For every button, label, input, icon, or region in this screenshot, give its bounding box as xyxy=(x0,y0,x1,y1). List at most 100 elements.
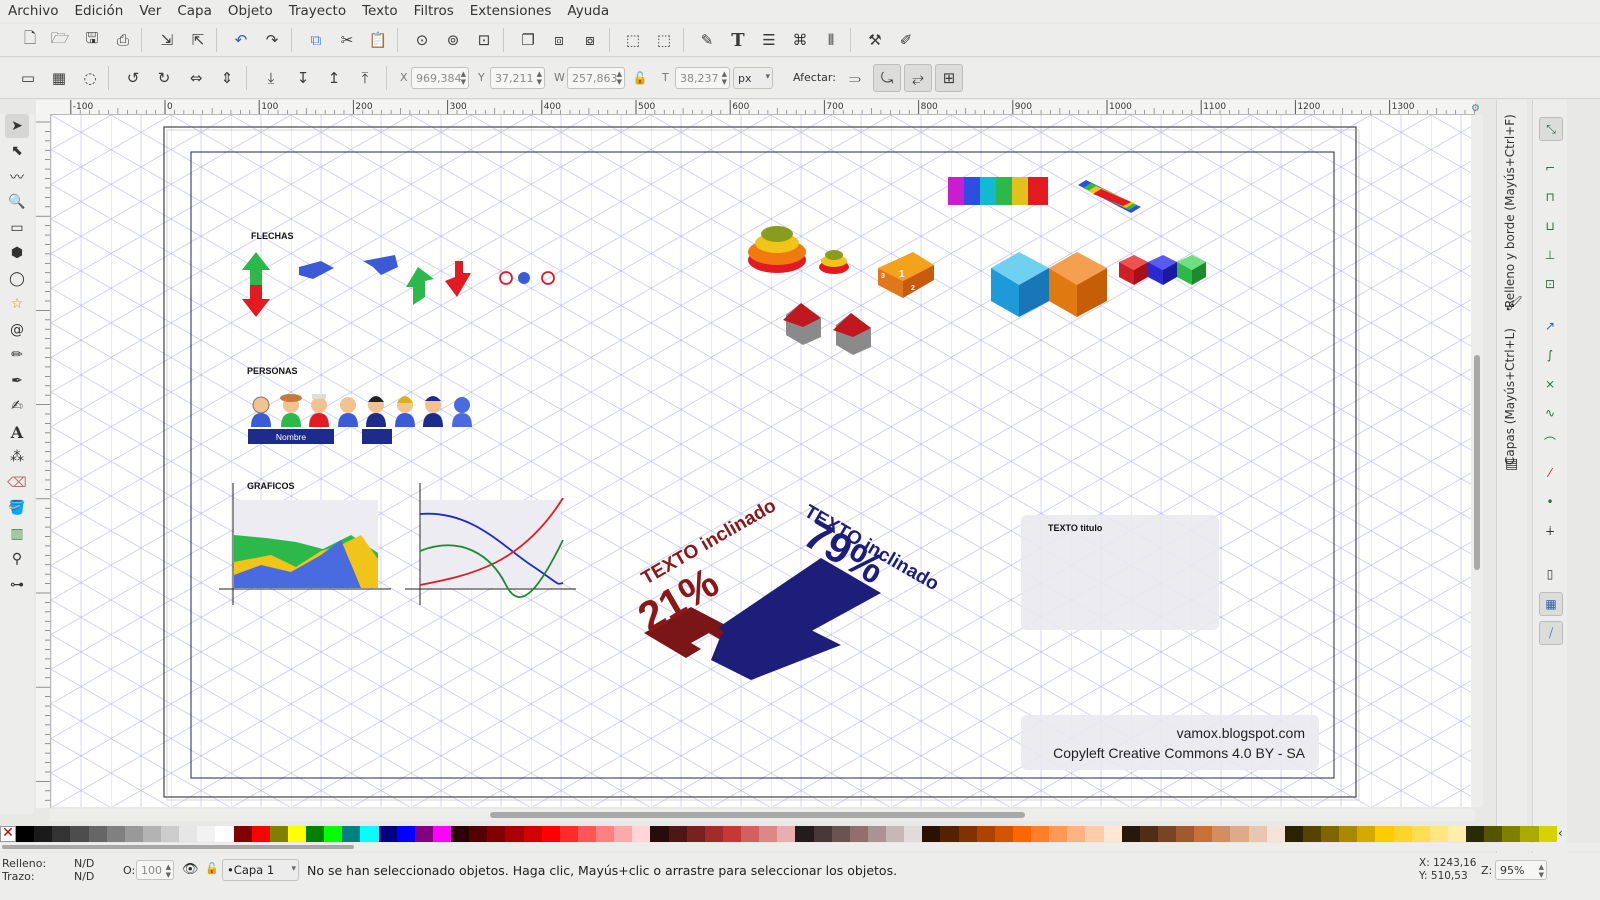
color-swatch[interactable] xyxy=(269,826,288,842)
move-gradients-icon[interactable]: ⥂ xyxy=(904,64,932,92)
palette-scrollbar[interactable] xyxy=(0,843,1600,851)
palette-scroll-thumb[interactable] xyxy=(2,845,354,849)
connector-tool-icon[interactable]: ⊶ xyxy=(5,573,29,597)
x-input[interactable]: 969,384 ▲ ▼ xyxy=(411,67,469,89)
color-swatch[interactable] xyxy=(1466,826,1485,842)
undo-icon[interactable]: ↶ xyxy=(229,28,253,52)
ellipse-tool-icon[interactable]: ◯ xyxy=(5,267,29,291)
color-swatch[interactable] xyxy=(722,826,741,842)
new-document-icon[interactable]: 🗋 xyxy=(18,28,42,52)
color-swatch[interactable] xyxy=(414,826,433,842)
color-swatch[interactable] xyxy=(324,826,343,842)
snap-rotation-icon[interactable]: ∔ xyxy=(1539,520,1561,542)
color-swatch[interactable] xyxy=(704,826,723,842)
color-swatch[interactable] xyxy=(1194,826,1213,842)
color-swatch[interactable] xyxy=(614,826,633,842)
color-swatch[interactable] xyxy=(106,826,125,842)
align-distribute-icon[interactable]: ⫴ xyxy=(819,28,843,52)
color-swatch[interactable] xyxy=(1520,826,1539,842)
menu-objeto[interactable]: Objeto xyxy=(220,3,281,19)
color-swatch[interactable] xyxy=(976,826,995,842)
color-swatch[interactable] xyxy=(1103,826,1122,842)
copy-icon[interactable]: ⧉ xyxy=(304,28,328,52)
menu-ayuda[interactable]: Ayuda xyxy=(559,3,617,19)
duplicate-icon[interactable]: ❐ xyxy=(516,28,540,52)
snap-smooth-icon[interactable]: ⌒ xyxy=(1539,431,1561,453)
color-swatch[interactable] xyxy=(759,826,778,842)
w-input[interactable]: 257,863 ▲ ▼ xyxy=(567,67,625,89)
color-swatch[interactable] xyxy=(1012,826,1031,842)
color-swatch[interactable] xyxy=(142,826,161,842)
spray-tool-icon[interactable]: ⁂ xyxy=(5,445,29,469)
snap-enable-icon[interactable]: ⤡ xyxy=(1539,117,1563,141)
fill-stroke-icon[interactable]: ✎ xyxy=(695,28,719,52)
flip-vertical-icon[interactable]: ⇕ xyxy=(215,66,239,90)
horizontal-scroll-thumb[interactable] xyxy=(490,812,1025,818)
color-swatch[interactable] xyxy=(1067,826,1086,842)
color-swatch[interactable] xyxy=(1321,826,1340,842)
h-input[interactable]: 38,237 ▲ ▼ xyxy=(675,67,730,89)
color-swatch[interactable] xyxy=(1248,826,1267,842)
color-swatch[interactable] xyxy=(1085,826,1104,842)
color-swatch[interactable] xyxy=(215,826,234,842)
spiral-tool-icon[interactable]: @ xyxy=(5,318,29,342)
color-swatch[interactable] xyxy=(34,826,53,842)
menu-texto[interactable]: Texto xyxy=(354,3,406,19)
export-icon[interactable]: ⇱ xyxy=(186,28,210,52)
menu-capa[interactable]: Capa xyxy=(169,3,220,19)
color-swatch[interactable] xyxy=(16,826,35,842)
color-swatch[interactable] xyxy=(1230,826,1249,842)
color-swatch[interactable] xyxy=(867,826,886,842)
raise-to-top-icon[interactable]: ⤒ xyxy=(353,66,377,90)
color-swatch[interactable] xyxy=(251,826,270,842)
redo-icon[interactable]: ↷ xyxy=(260,28,284,52)
color-swatch[interactable] xyxy=(1212,826,1231,842)
rotate-ccw-icon[interactable]: ↺ xyxy=(121,66,145,90)
color-swatch[interactable] xyxy=(777,826,796,842)
color-swatch[interactable] xyxy=(1049,826,1068,842)
snap-midpoint-icon[interactable]: ⁄ xyxy=(1539,462,1561,484)
color-swatch[interactable] xyxy=(378,826,397,842)
zoom-drawing-icon[interactable]: ⊚ xyxy=(441,28,465,52)
snap-intersection-icon[interactable]: ⨯ xyxy=(1539,373,1561,395)
zoom-tool-icon[interactable]: 🔍 xyxy=(5,190,29,214)
clone-icon[interactable]: ⧈ xyxy=(547,28,571,52)
color-swatch[interactable] xyxy=(1538,826,1557,842)
color-swatch[interactable] xyxy=(559,826,578,842)
fill-stroke-tab[interactable]: Relleno y borde (Mayús+Ctrl+F) xyxy=(1503,108,1517,308)
scale-stroke-icon[interactable]: ⥰ xyxy=(843,66,867,90)
color-swatch[interactable] xyxy=(1375,826,1394,842)
dropper-tool-icon[interactable]: ⚲ xyxy=(5,547,29,571)
color-swatch[interactable] xyxy=(88,826,107,842)
lock-icon[interactable]: 🔓 xyxy=(628,66,652,90)
lower-icon[interactable]: ↧ xyxy=(291,66,315,90)
color-swatch[interactable] xyxy=(1502,826,1521,842)
cut-icon[interactable]: ✂ xyxy=(335,28,359,52)
vertical-scroll-thumb[interactable] xyxy=(1474,355,1480,570)
zoom-page-icon[interactable]: ⊡ xyxy=(472,28,496,52)
color-swatch[interactable] xyxy=(741,826,760,842)
snap-bbox-icon[interactable]: ⌐ xyxy=(1539,157,1561,179)
preferences-icon[interactable]: ⚒ xyxy=(863,28,887,52)
color-swatch[interactable] xyxy=(197,826,216,842)
raise-icon[interactable]: ↥ xyxy=(322,66,346,90)
color-swatch[interactable] xyxy=(886,826,905,842)
menu-edicion[interactable]: Edición xyxy=(66,3,131,19)
color-swatch[interactable] xyxy=(1031,826,1050,842)
color-swatch[interactable] xyxy=(849,826,868,842)
color-swatch[interactable] xyxy=(52,826,71,842)
color-swatch[interactable] xyxy=(360,826,379,842)
palette-menu-icon[interactable]: ‹ xyxy=(1558,826,1572,842)
import-icon[interactable]: ⇲ xyxy=(155,28,179,52)
vertical-scrollbar[interactable] xyxy=(1471,115,1483,807)
color-swatch[interactable] xyxy=(632,826,651,842)
scale-corners-icon[interactable]: ⤿ xyxy=(873,64,901,92)
snap-bbox-midpoint-icon[interactable]: ⊥ xyxy=(1539,244,1561,266)
layers-icon[interactable]: ☰ xyxy=(757,28,781,52)
color-swatch[interactable] xyxy=(813,826,832,842)
color-swatch[interactable] xyxy=(1176,826,1195,842)
color-swatch[interactable] xyxy=(1411,826,1430,842)
color-swatch[interactable] xyxy=(596,826,615,842)
save-icon[interactable]: 🖫 xyxy=(80,28,104,52)
open-file-icon[interactable]: 🗁 xyxy=(48,28,72,52)
